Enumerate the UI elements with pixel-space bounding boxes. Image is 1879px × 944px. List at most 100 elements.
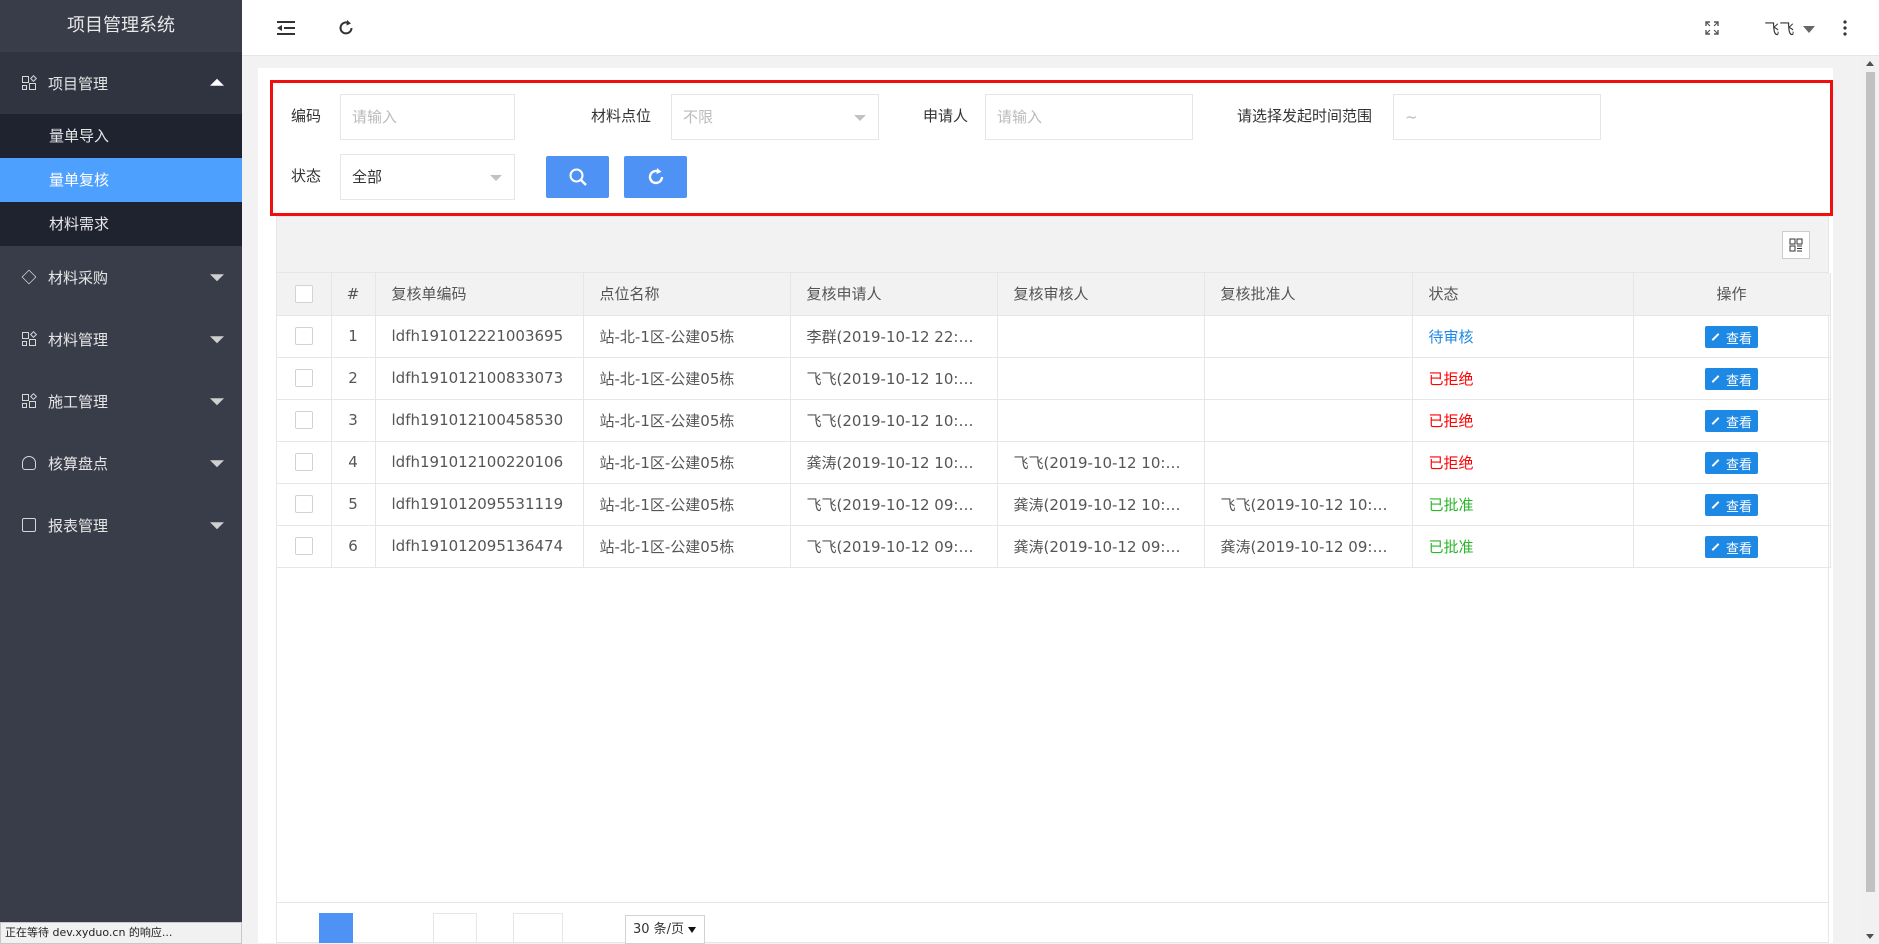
- status-select[interactable]: 全部: [340, 154, 515, 200]
- chevron-down-icon: [210, 336, 224, 344]
- review-applicant: 飞飞(2019-10-12 10:0...: [790, 357, 998, 400]
- view-button-label: 查看: [1725, 457, 1752, 473]
- sidebar-item-material-purchase[interactable]: 材料采购: [0, 246, 242, 308]
- edit-icon: [1711, 375, 1720, 383]
- grid-icon: [22, 392, 38, 408]
- refresh-icon: [648, 168, 663, 185]
- code-input[interactable]: [340, 94, 515, 140]
- column-header[interactable]: 复核审核人: [997, 273, 1205, 316]
- chevron-down-icon: [854, 115, 866, 121]
- view-button[interactable]: 查看: [1704, 452, 1758, 474]
- select-all-cell: [277, 273, 332, 316]
- location-name: 站-北-1区-公建05栋: [583, 441, 791, 484]
- sidebar-item-report-management[interactable]: 报表管理: [0, 494, 242, 556]
- page-scrollbar[interactable]: [1862, 56, 1879, 944]
- sidebar: 项目管理系统 项目管理 量单导入 量单复核 材料需求 材料采购 材料管理 施工管…: [0, 0, 242, 944]
- status-badge: 已拒绝: [1412, 399, 1634, 442]
- view-button[interactable]: 查看: [1704, 368, 1758, 390]
- row-checkbox[interactable]: [294, 327, 313, 346]
- review-approver: 龚涛(2019-10-12 09:5...: [1204, 525, 1413, 568]
- scroll-up-icon[interactable]: [1866, 61, 1874, 66]
- view-button-label: 查看: [1725, 415, 1752, 431]
- view-button-label: 查看: [1725, 373, 1752, 389]
- browser-status-bar: 正在等待 dev.xyduo.cn 的响应...: [0, 922, 242, 944]
- review-reviewer: 龚涛(2019-10-12 10:1...: [997, 483, 1205, 526]
- search-icon: [569, 168, 587, 186]
- refresh-icon[interactable]: [332, 14, 360, 42]
- view-button[interactable]: 查看: [1704, 410, 1758, 432]
- page-size-value: 30 条/页: [633, 922, 685, 937]
- page-jump-box[interactable]: [513, 913, 563, 943]
- row-select-cell: [277, 441, 332, 484]
- row-checkbox[interactable]: [294, 453, 313, 472]
- page-current[interactable]: [319, 913, 353, 943]
- fullscreen-icon[interactable]: [1698, 14, 1726, 42]
- column-header[interactable]: 复核申请人: [790, 273, 998, 316]
- row-select-cell: [277, 357, 332, 400]
- row-checkbox[interactable]: [294, 495, 313, 514]
- column-header[interactable]: 复核批准人: [1204, 273, 1413, 316]
- edit-icon: [1711, 333, 1720, 341]
- sidebar-item-material-management[interactable]: 材料管理: [0, 308, 242, 370]
- report-icon: [22, 518, 36, 532]
- page-jump-input[interactable]: [433, 913, 477, 943]
- main-content: 编码 材料点位 不限 申请人 请选择发起时间范围 状态 全部: [242, 56, 1862, 944]
- status-badge: 待审核: [1412, 315, 1634, 358]
- search-button[interactable]: [546, 156, 609, 198]
- sidebar-item-label: 材料管理: [48, 330, 109, 349]
- user-name: 飞飞: [1764, 20, 1795, 38]
- column-header[interactable]: 状态: [1412, 273, 1634, 316]
- status-badge: 已拒绝: [1412, 357, 1634, 400]
- status-label: 状态: [291, 167, 322, 185]
- page-size-select[interactable]: 30 条/页: [625, 915, 705, 944]
- chevron-down-icon: [210, 522, 224, 530]
- sidebar-subitem-bill-review[interactable]: 量单复核: [0, 158, 242, 202]
- edit-icon: [1711, 417, 1720, 425]
- view-button[interactable]: 查看: [1704, 536, 1758, 558]
- review-reviewer: 飞飞(2019-10-12 10:0...: [997, 441, 1205, 484]
- select-all-checkbox[interactable]: [294, 285, 313, 303]
- row-checkbox[interactable]: [294, 369, 313, 388]
- row-select-cell: [277, 483, 332, 526]
- columns-icon: [1789, 238, 1803, 252]
- column-header[interactable]: 点位名称: [583, 273, 791, 316]
- review-code: ldfh191012095136474: [375, 525, 584, 568]
- row-checkbox[interactable]: [294, 411, 313, 430]
- sidebar-item-project-management[interactable]: 项目管理: [0, 52, 242, 114]
- scrollbar-thumb[interactable]: [1866, 72, 1875, 892]
- review-code: ldfh191012100220106: [375, 441, 584, 484]
- sidebar-item-accounting-inventory[interactable]: 核算盘点: [0, 432, 242, 494]
- sidebar-subitem-material-demand[interactable]: 材料需求: [0, 202, 242, 246]
- table-row: 2 ldfh191012100833073 站-北-1区-公建05栋 飞飞(2019-…: [277, 357, 1831, 400]
- menu-fold-icon[interactable]: [272, 14, 300, 42]
- location-name: 站-北-1区-公建05栋: [583, 399, 791, 442]
- row-number: 1: [331, 315, 376, 358]
- columns-filter-button[interactable]: [1782, 231, 1810, 259]
- grid-icon: [22, 74, 38, 90]
- sidebar-item-construction-management[interactable]: 施工管理: [0, 370, 242, 432]
- chevron-down-icon: [210, 274, 224, 282]
- table-header-row: # 复核单编码 点位名称 复核申请人 复核审核人 复核批准人 状态 操作: [277, 273, 1831, 316]
- review-reviewer: [997, 399, 1205, 442]
- grid-icon: [22, 330, 38, 346]
- review-reviewer: 龚涛(2019-10-12 09:5...: [997, 525, 1205, 568]
- date-range-input[interactable]: [1393, 94, 1601, 140]
- scroll-down-icon[interactable]: [1866, 934, 1874, 939]
- table-row: 6 ldfh191012095136474 站-北-1区-公建05栋 飞飞(2019-…: [277, 525, 1831, 568]
- user-icon: [22, 456, 36, 470]
- view-button[interactable]: 查看: [1704, 326, 1758, 348]
- user-menu[interactable]: 飞飞: [1764, 18, 1815, 39]
- actions-cell: 查看: [1633, 399, 1831, 442]
- applicant-input[interactable]: [985, 94, 1193, 140]
- row-number: 2: [331, 357, 376, 400]
- location-select[interactable]: 不限: [671, 94, 879, 140]
- row-checkbox[interactable]: [294, 537, 313, 556]
- review-applicant: 龚涛(2019-10-12 10:0...: [790, 441, 998, 484]
- pagination: [277, 902, 1828, 943]
- column-header[interactable]: 复核单编码: [375, 273, 584, 316]
- reset-button[interactable]: [624, 156, 687, 198]
- more-vertical-icon[interactable]: [1831, 14, 1859, 42]
- sidebar-subitem-bill-import[interactable]: 量单导入: [0, 114, 242, 158]
- view-button[interactable]: 查看: [1704, 494, 1758, 516]
- review-panel: 编码 材料点位 不限 申请人 请选择发起时间范围 状态 全部: [258, 68, 1833, 943]
